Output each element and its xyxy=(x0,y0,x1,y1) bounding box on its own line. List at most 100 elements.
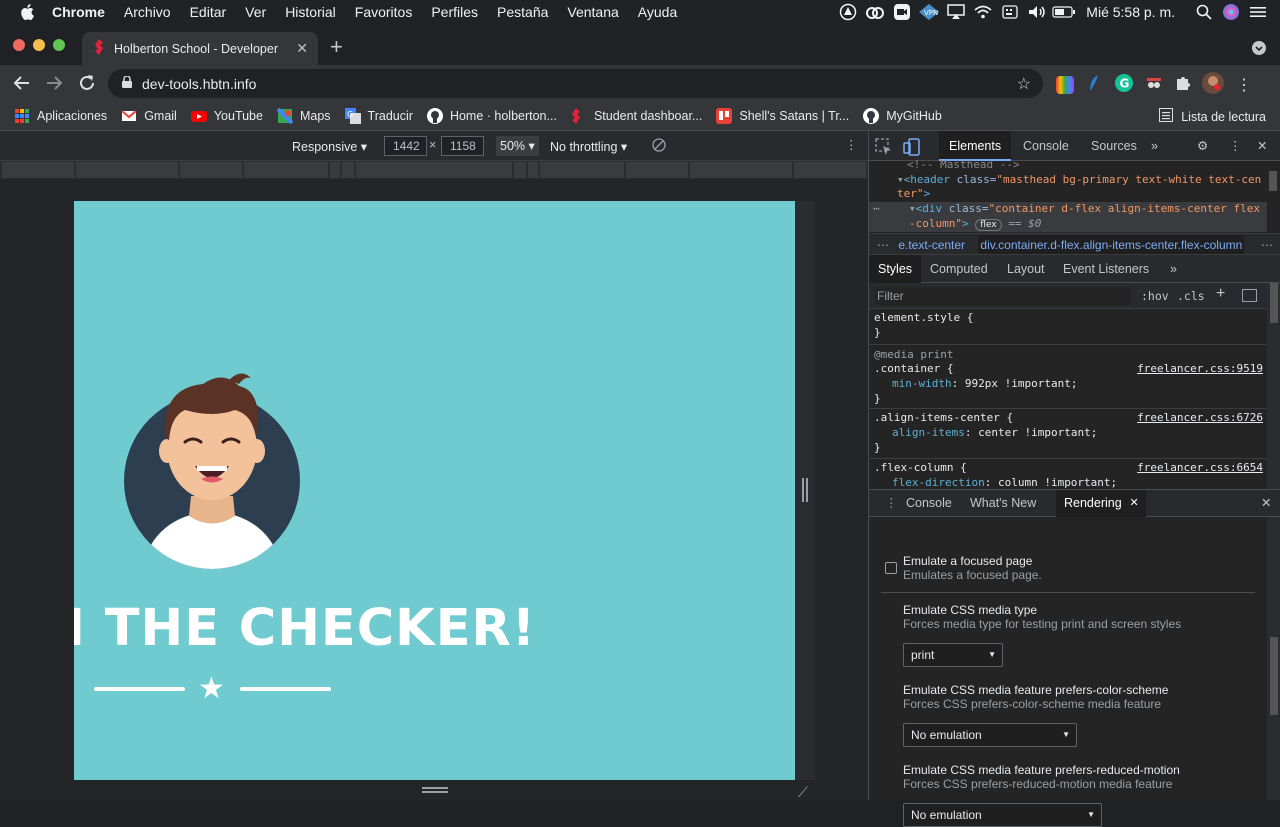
airplay-icon[interactable] xyxy=(944,0,968,23)
bookmark-translate[interactable]: G Traducir xyxy=(344,107,413,124)
dom-tree[interactable]: <!-- Masthead --> ▾<header class="masthe… xyxy=(869,158,1280,233)
stylesheet-link[interactable]: freelancer.css:9519 xyxy=(1137,361,1263,376)
device-height-input[interactable]: 1158 xyxy=(441,136,484,156)
menu-editar[interactable]: Editar xyxy=(190,4,227,20)
style-property[interactable]: align-items: center !important; xyxy=(892,425,1097,440)
forward-arrow-icon[interactable] xyxy=(45,74,63,97)
tab-search-icon[interactable] xyxy=(1252,41,1266,55)
profile-avatar[interactable] xyxy=(1202,72,1224,97)
close-rendering-tab-icon[interactable]: ✕ xyxy=(1129,490,1138,517)
maximize-window-button[interactable] xyxy=(53,39,65,51)
extensions-puzzle-icon[interactable] xyxy=(1174,74,1192,95)
resize-handle-right[interactable] xyxy=(802,478,808,502)
apple-icon[interactable] xyxy=(20,3,36,20)
resize-handle-bottom[interactable] xyxy=(422,787,448,793)
media-query-ruler[interactable] xyxy=(0,161,868,179)
close-window-button[interactable] xyxy=(13,39,25,51)
grammarly-extension-icon[interactable]: G xyxy=(1114,73,1134,96)
more-tabs-icon[interactable]: » xyxy=(1145,131,1164,161)
zoom-icon[interactable] xyxy=(890,0,914,23)
breadcrumb-ellipsis-icon[interactable]: ⋯ xyxy=(877,238,889,252)
breadcrumb-item-selected[interactable]: div.container.d-flex.align-items-center.… xyxy=(978,235,1245,254)
bookmark-star-icon[interactable]: ☆ xyxy=(1017,74,1031,94)
keyboard-icon[interactable] xyxy=(998,0,1022,23)
resize-handle-corner-icon[interactable]: ⟋ xyxy=(798,784,808,801)
menu-archivo[interactable]: Archivo xyxy=(124,4,171,20)
wifi-icon[interactable] xyxy=(971,0,995,23)
tab-styles[interactable]: Styles xyxy=(869,255,922,283)
tab-sources[interactable]: Sources xyxy=(1081,131,1147,161)
rotate-icon[interactable] xyxy=(652,138,666,155)
tab-computed[interactable]: Computed xyxy=(921,255,997,283)
bookmark-gmail[interactable]: Gmail xyxy=(121,108,177,124)
tab-event-listeners[interactable]: Event Listeners xyxy=(1054,255,1158,283)
bookmark-student-dashboard[interactable]: Student dashboar... xyxy=(571,107,702,124)
throttling-dropdown[interactable]: No throttling ▾ xyxy=(550,139,627,154)
menubar-clock[interactable]: Mié 5:58 p. m. xyxy=(1086,4,1175,20)
creative-cloud-icon[interactable] xyxy=(863,0,887,23)
spotlight-search-icon[interactable] xyxy=(1192,0,1216,23)
cls-toggle[interactable]: .cls xyxy=(1177,289,1205,303)
drawer-tab-console[interactable]: Console xyxy=(898,490,960,517)
feather-extension-icon[interactable] xyxy=(1084,73,1104,96)
drawer-tab-whats-new[interactable]: What's New xyxy=(962,490,1044,517)
minimize-window-button[interactable] xyxy=(33,39,45,51)
toggle-sidebar-icon[interactable] xyxy=(1242,289,1257,302)
device-width-input[interactable]: 1442 xyxy=(384,136,427,156)
styles-scroll-thumb[interactable] xyxy=(1270,283,1278,323)
device-toolbar-more-icon[interactable]: ⋮ xyxy=(845,137,858,152)
rendering-scroll-thumb[interactable] xyxy=(1270,637,1278,715)
dom-comment[interactable]: <!-- Masthead --> xyxy=(907,158,1020,173)
address-bar[interactable]: dev-tools.hbtn.info ☆ xyxy=(108,69,1043,98)
bookmark-apps[interactable]: Aplicaciones xyxy=(14,108,107,124)
stylesheet-link[interactable]: freelancer.css:6654 xyxy=(1137,460,1263,475)
close-drawer-icon[interactable]: ✕ xyxy=(1253,490,1279,517)
battery-icon[interactable] xyxy=(1052,0,1076,23)
media-type-select[interactable]: print ▼ xyxy=(903,643,1003,667)
control-center-icon[interactable] xyxy=(1246,0,1270,23)
bookmark-youtube[interactable]: YouTube xyxy=(190,108,263,124)
bookmark-shells-satans[interactable]: Shell's Satans | Tr... xyxy=(716,107,849,124)
close-tab-icon[interactable]: ✕ xyxy=(296,41,308,55)
style-property[interactable]: min-width: 992px !important; xyxy=(892,376,1077,391)
chrome-menu-icon[interactable]: ⋮ xyxy=(1236,75,1252,95)
responsive-dropdown[interactable]: Responsive ▾ xyxy=(292,139,367,154)
style-property[interactable]: flex-direction: column !important; xyxy=(892,475,1117,489)
url-text[interactable]: dev-tools.hbtn.info xyxy=(142,76,256,92)
menu-favoritos[interactable]: Favoritos xyxy=(355,4,413,20)
styles-filter-input[interactable]: Filter xyxy=(875,287,1131,305)
lock-icon[interactable] xyxy=(122,75,132,91)
breadcrumb-item[interactable]: e.text-center xyxy=(898,238,965,252)
reduced-motion-select[interactable]: No emulation ▼ xyxy=(903,803,1102,827)
device-mode-icon[interactable] xyxy=(903,137,929,156)
settings-gear-icon[interactable]: ⚙ xyxy=(1191,131,1214,161)
dom-node-header[interactable]: ▾<header class="masthead bg-primary text… xyxy=(897,173,1261,188)
new-rule-plus-icon[interactable]: + xyxy=(1216,285,1225,303)
inspect-element-icon[interactable] xyxy=(875,137,901,155)
styles-scroll-track[interactable] xyxy=(1267,283,1280,489)
siri-icon[interactable] xyxy=(1219,0,1243,23)
upload-status-icon[interactable] xyxy=(836,0,860,23)
volume-icon[interactable] xyxy=(1025,0,1049,23)
bookmark-maps[interactable]: Maps xyxy=(276,107,331,124)
tab-elements[interactable]: Elements xyxy=(939,131,1012,161)
rendering-scroll-track[interactable] xyxy=(1267,517,1280,800)
menu-pestana[interactable]: Pestaña xyxy=(497,4,548,20)
bookmark-mygithub[interactable]: MyGitHub xyxy=(863,107,942,124)
tab-layout[interactable]: Layout xyxy=(998,255,1054,283)
dom-scroll-thumb[interactable] xyxy=(1269,171,1277,191)
menu-ver[interactable]: Ver xyxy=(245,4,266,20)
back-arrow-icon[interactable] xyxy=(13,74,31,97)
devtools-menu-icon[interactable]: ⋮ xyxy=(1223,131,1248,161)
zoom-dropdown[interactable]: 50% ▾ xyxy=(496,136,539,156)
drawer-tab-rendering[interactable]: Rendering ✕ xyxy=(1056,490,1146,517)
menu-ventana[interactable]: Ventana xyxy=(567,4,618,20)
tab-console[interactable]: Console xyxy=(1013,131,1079,161)
close-devtools-icon[interactable]: ✕ xyxy=(1251,131,1273,161)
menu-chrome[interactable]: Chrome xyxy=(52,4,105,20)
hov-toggle[interactable]: :hov xyxy=(1141,289,1169,303)
reload-icon[interactable] xyxy=(78,74,96,97)
dom-node-div-container[interactable]: ▾<div class="container d-flex align-item… xyxy=(909,202,1260,217)
menu-ayuda[interactable]: Ayuda xyxy=(638,4,677,20)
stylesheet-link[interactable]: freelancer.css:6726 xyxy=(1137,410,1263,425)
